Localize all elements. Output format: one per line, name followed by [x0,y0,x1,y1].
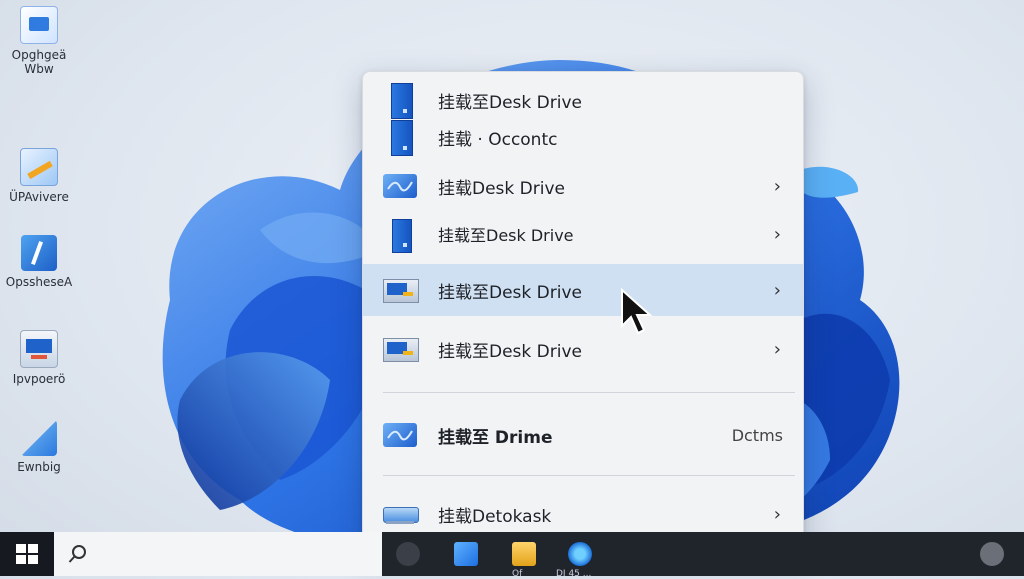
taskbar-search[interactable] [54,532,382,576]
menu-item-label: 挂载Desk Drive [438,178,565,199]
wave-drive-icon [383,169,417,203]
desktop-icon-5[interactable]: Ewnbig [0,420,78,474]
menu-item-mount-drime[interactable]: 挂载至 Drime Dctms [363,412,803,458]
menu-item-mount-desk-drive-3[interactable]: 挂载至Desk Drive › [363,212,803,256]
desktop-icon-4[interactable]: Ipvpoerö [0,330,78,386]
wave-drive-icon [383,418,417,452]
display-icon [20,330,58,368]
document-icon [20,6,58,44]
menu-item-label: 挂载 · Occontc [438,129,558,150]
menu-item-label: 挂载至Desk Drive [438,341,582,362]
desktop-icon-3[interactable]: OpssheseA [0,235,78,289]
desktop-icon-label: ÜPAvivere [9,190,69,204]
blue-drive-icon [383,217,417,253]
user-account-icon[interactable] [980,542,1004,566]
chevron-right-icon: › [773,279,781,301]
taskbar-app-label: Of [512,569,523,579]
taskbar-gear-icon[interactable] [396,542,420,566]
menu-item-mount-detokask[interactable]: 挂载Detokask › [363,492,803,536]
chevron-right-icon: › [773,338,781,360]
desktop-icon-2[interactable]: ÜPAvivere [0,148,78,204]
chevron-right-icon: › [773,223,781,245]
taskbar-app-label: DI 45 ... [556,569,592,579]
taskbar-folder-icon[interactable] [512,542,536,566]
menu-item-mount-desk-drive-highlighted[interactable]: 挂载至Desk Drive › [363,264,803,316]
menu-item-label: 挂载至Desk Drive [438,282,582,303]
mouse-cursor-icon [621,288,653,335]
desktop-icon-label: Ipvpoerö [12,372,66,386]
menu-item-label: 挂载至Desk Drive [438,226,574,245]
installer-icon [21,235,57,271]
chevron-right-icon: › [773,175,781,197]
desktop-icon-1[interactable]: Opghgeä Wbw [0,6,78,76]
menu-item-label: 挂载Detokask [438,506,552,527]
desktop-icon-label: Opghgeä Wbw [11,48,67,76]
menu-item-shortcut: Dctms [731,425,783,445]
windows-logo-icon [16,544,38,564]
tray-drive-icon [383,497,419,531]
taskbar: Of DI 45 ... [0,532,1024,579]
search-icon [68,545,86,563]
blue-drive-icon [383,120,417,156]
menu-item-mount-desk-drive-1[interactable]: 挂载至Desk Drive [363,80,803,120]
monitor-drive-icon [383,332,419,366]
taskbar-browser-icon[interactable] [568,542,592,566]
menu-item-mount-desk-drive-5[interactable]: 挂载至Desk Drive › [363,324,803,374]
desktop-icon-label: OpssheseA [5,275,73,289]
pencil-image-icon [20,148,58,186]
menu-item-label: 挂载至 Drime [438,427,553,448]
menu-item-mount-desk-drive-2[interactable]: 挂载Desk Drive › [363,164,803,208]
desktop-icon-label: Ewnbig [17,460,61,474]
context-menu: 挂载至Desk Drive 挂载 · Occontc 挂载Desk Drive … [362,71,804,551]
menu-item-mount-occontc[interactable]: 挂载 · Occontc [363,118,803,156]
start-button[interactable] [0,532,54,576]
folder-blue-icon [21,420,57,456]
taskbar-windows-app-icon[interactable] [454,542,478,566]
chevron-right-icon: › [773,503,781,525]
menu-separator [383,475,795,476]
blue-drive-icon [383,83,417,119]
monitor-drive-icon [383,273,419,307]
menu-separator [383,392,795,393]
menu-item-label: 挂载至Desk Drive [438,92,582,113]
